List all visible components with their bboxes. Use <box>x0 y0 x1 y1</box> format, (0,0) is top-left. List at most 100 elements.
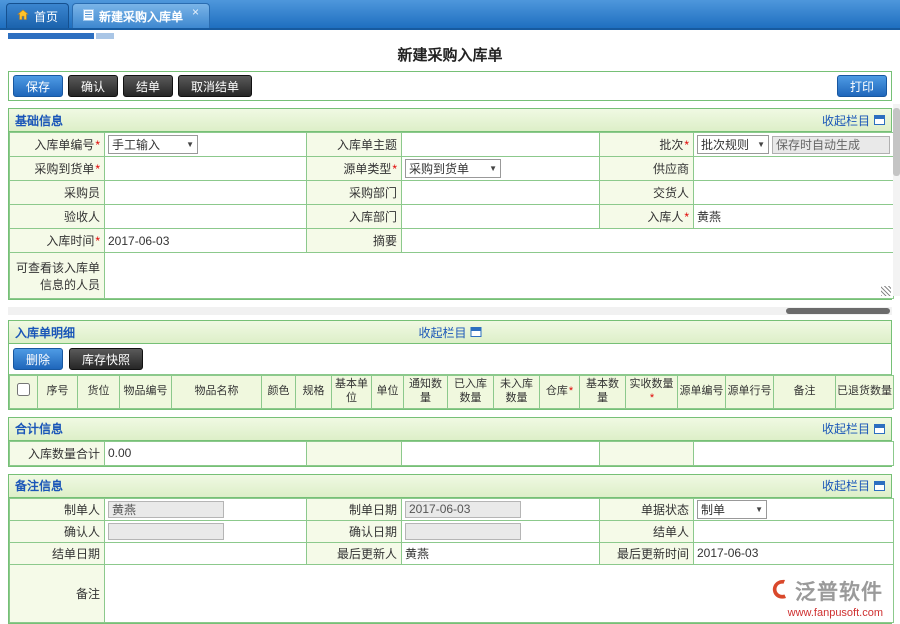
cancel-settle-button[interactable]: 取消结单 <box>178 75 252 97</box>
collapse-label: 收起栏目 <box>822 477 870 494</box>
total-qty-label: 入库数量合计 <box>10 441 105 465</box>
inbound-time-label: 入库时间* <box>10 229 105 253</box>
section-detail-header: 入库单明细 收起栏目 <box>9 321 891 344</box>
tab-home[interactable]: 首页 <box>6 3 69 28</box>
doc-status-label: 单据状态 <box>600 498 694 520</box>
section-total: 合计信息 收起栏目 入库数量合计 0.00 <box>8 417 892 467</box>
subject-input[interactable] <box>402 133 600 157</box>
inspector-input[interactable] <box>105 205 307 229</box>
summary-label: 摘要 <box>307 229 402 253</box>
tab-bar: 首页 新建采购入库单 × <box>0 0 900 30</box>
collapse-detail-link[interactable]: 收起栏目 <box>418 324 481 341</box>
settle-button[interactable]: 结单 <box>123 75 173 97</box>
scrollbar-thumb[interactable] <box>786 308 890 314</box>
collapse-window-icon <box>874 481 885 491</box>
total-grid: 入库数量合计 0.00 <box>9 441 894 466</box>
inbound-time-input[interactable]: 2017-06-03 <box>105 229 307 253</box>
tab-new-purchase-inbound[interactable]: 新建采购入库单 × <box>72 3 210 28</box>
last-time-value: 2017-06-03 <box>694 542 894 564</box>
section-total-header: 合计信息 收起栏目 <box>9 418 891 441</box>
print-button[interactable]: 打印 <box>837 75 887 97</box>
tab-label: 新建采购入库单 <box>99 8 183 25</box>
supplier-input[interactable] <box>694 157 894 181</box>
inbound-person-input[interactable]: 黄燕 <box>694 205 894 229</box>
empty-field <box>402 441 600 465</box>
scrollbar-thumb[interactable] <box>8 33 94 39</box>
col-pending-qty: 未入库数量 <box>494 376 540 409</box>
deliverer-input[interactable] <box>694 181 894 205</box>
section-basic-header: 基础信息 收起栏目 <box>9 109 891 132</box>
deliverer-label: 交货人 <box>600 181 694 205</box>
settler-value <box>694 520 894 542</box>
empty-label <box>600 441 694 465</box>
order-no-mode-select[interactable]: 手工输入▼ <box>108 135 198 154</box>
col-seq: 序号 <box>38 376 78 409</box>
col-base-unit: 基本单位 <box>332 376 372 409</box>
col-spec: 规格 <box>296 376 332 409</box>
select-all-checkbox[interactable] <box>17 383 30 396</box>
viewers-label: 可查看该入库单信息的人员 <box>10 253 105 299</box>
create-date-input <box>405 501 521 518</box>
page-title: 新建采购入库单 <box>0 44 900 65</box>
create-date-label: 制单日期 <box>307 498 402 520</box>
last-time-label: 最后更新时间 <box>600 542 694 564</box>
note-textarea[interactable]: 泛普软件 www.fanpusoft.com <box>105 564 894 622</box>
basic-info-grid: 入库单编号* 手工输入▼ 入库单主题 批次* 批次规则▼ <box>9 132 894 299</box>
col-returned-qty: 已退货数量 <box>836 376 894 409</box>
viewers-textarea[interactable] <box>105 253 894 299</box>
remark-grid: 制单人 制单日期 单据状态 制单▼ 确认人 确认日期 结单人 <box>9 498 894 623</box>
resize-handle-icon[interactable] <box>881 286 891 296</box>
collapse-remark-link[interactable]: 收起栏目 <box>822 477 885 494</box>
supplier-label: 供应商 <box>600 157 694 181</box>
fanpu-logo: 泛普软件 www.fanpusoft.com <box>771 576 883 619</box>
chevron-down-icon: ▼ <box>186 140 194 149</box>
close-icon[interactable]: × <box>192 5 199 19</box>
doc-status-select[interactable]: 制单▼ <box>697 500 767 519</box>
arrival-order-input[interactable] <box>105 157 307 181</box>
top-horizontal-scrollbar[interactable] <box>0 32 900 40</box>
section-detail: 入库单明细 收起栏目 删除 库存快照 序号 货位 物品编号 物品名称 <box>8 320 892 410</box>
source-type-select[interactable]: 采购到货单▼ <box>405 159 501 178</box>
vertical-scrollbar[interactable] <box>893 104 900 296</box>
scrollbar-thumb-light <box>96 33 114 39</box>
last-editor-value: 黄燕 <box>402 542 600 564</box>
home-icon <box>17 9 29 24</box>
collapse-total-link[interactable]: 收起栏目 <box>822 420 885 437</box>
confirm-button[interactable]: 确认 <box>68 75 118 97</box>
select-all-header <box>10 376 38 409</box>
save-button[interactable]: 保存 <box>13 75 63 97</box>
creator-input <box>108 501 224 518</box>
batch-rule-select[interactable]: 批次规则▼ <box>697 135 769 154</box>
buyer-input[interactable] <box>105 181 307 205</box>
purchase-dept-label: 采购部门 <box>307 181 402 205</box>
creator-label: 制单人 <box>10 498 105 520</box>
summary-input[interactable] <box>402 229 894 253</box>
purchase-dept-input[interactable] <box>402 181 600 205</box>
delete-button[interactable]: 删除 <box>13 348 63 370</box>
col-source-line: 源单行号 <box>726 376 774 409</box>
form-horizontal-scrollbar[interactable] <box>8 307 892 315</box>
scrollbar-thumb[interactable] <box>893 108 900 176</box>
confirm-date-input <box>405 523 521 540</box>
inbound-person-label: 入库人* <box>600 205 694 229</box>
col-remark: 备注 <box>774 376 836 409</box>
section-basic-title: 基础信息 <box>15 112 63 129</box>
empty-field <box>694 441 894 465</box>
inbound-dept-input[interactable] <box>402 205 600 229</box>
last-editor-label: 最后更新人 <box>307 542 402 564</box>
stock-snapshot-button[interactable]: 库存快照 <box>69 348 143 370</box>
order-no-label: 入库单编号* <box>10 133 105 157</box>
section-detail-title: 入库单明细 <box>15 324 75 341</box>
settle-date-value <box>105 542 307 564</box>
collapse-window-icon <box>874 115 885 125</box>
col-notify-qty: 通知数量 <box>404 376 448 409</box>
detail-table: 序号 货位 物品编号 物品名称 颜色 规格 基本单位 单位 通知数量 已入库数量… <box>9 375 894 409</box>
batch-auto-input[interactable] <box>772 136 890 154</box>
col-inbound-qty: 已入库数量 <box>448 376 494 409</box>
section-basic-info: 基础信息 收起栏目 入库单编号* 手工输入▼ 入库单主题 批次* <box>8 108 892 300</box>
brand-name: 泛普软件 <box>795 576 883 606</box>
collapse-label: 收起栏目 <box>822 420 870 437</box>
collapse-basic-link[interactable]: 收起栏目 <box>822 112 885 129</box>
total-qty-value: 0.00 <box>105 441 307 465</box>
collapse-label: 收起栏目 <box>418 324 466 341</box>
